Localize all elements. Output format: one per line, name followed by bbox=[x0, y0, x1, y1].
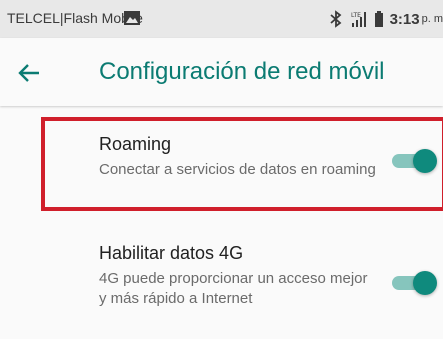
status-bar: TELCEL|Flash Mobile LTE 3:13 p. m bbox=[0, 0, 443, 38]
setting-4g[interactable]: Habilitar datos 4G 4G puede proporcionar… bbox=[0, 228, 443, 339]
signal-4g-icon: LTE bbox=[351, 12, 366, 27]
highlight-box bbox=[41, 117, 443, 211]
status-clock-suffix: p. m bbox=[421, 13, 443, 25]
toggle-thumb bbox=[413, 271, 437, 295]
page-title: Configuración de red móvil bbox=[99, 58, 385, 85]
status-clock: 3:13 bbox=[389, 10, 420, 28]
battery-icon bbox=[374, 11, 383, 27]
setting-4g-summary: 4G puede proporcionar un acceso mejor y … bbox=[99, 270, 368, 307]
bluetooth-icon bbox=[329, 10, 341, 28]
app-bar: Configuración de red móvil bbox=[0, 38, 443, 106]
image-icon bbox=[124, 11, 140, 25]
4g-toggle[interactable] bbox=[390, 270, 437, 296]
status-right-group: LTE 3:13 p. m bbox=[329, 9, 443, 29]
svg-text:LTE: LTE bbox=[351, 12, 361, 19]
carrier-label: TELCEL|Flash Mobile bbox=[7, 10, 143, 26]
setting-4g-title: Habilitar datos 4G bbox=[99, 243, 244, 263]
arrow-back-icon[interactable] bbox=[16, 60, 42, 86]
